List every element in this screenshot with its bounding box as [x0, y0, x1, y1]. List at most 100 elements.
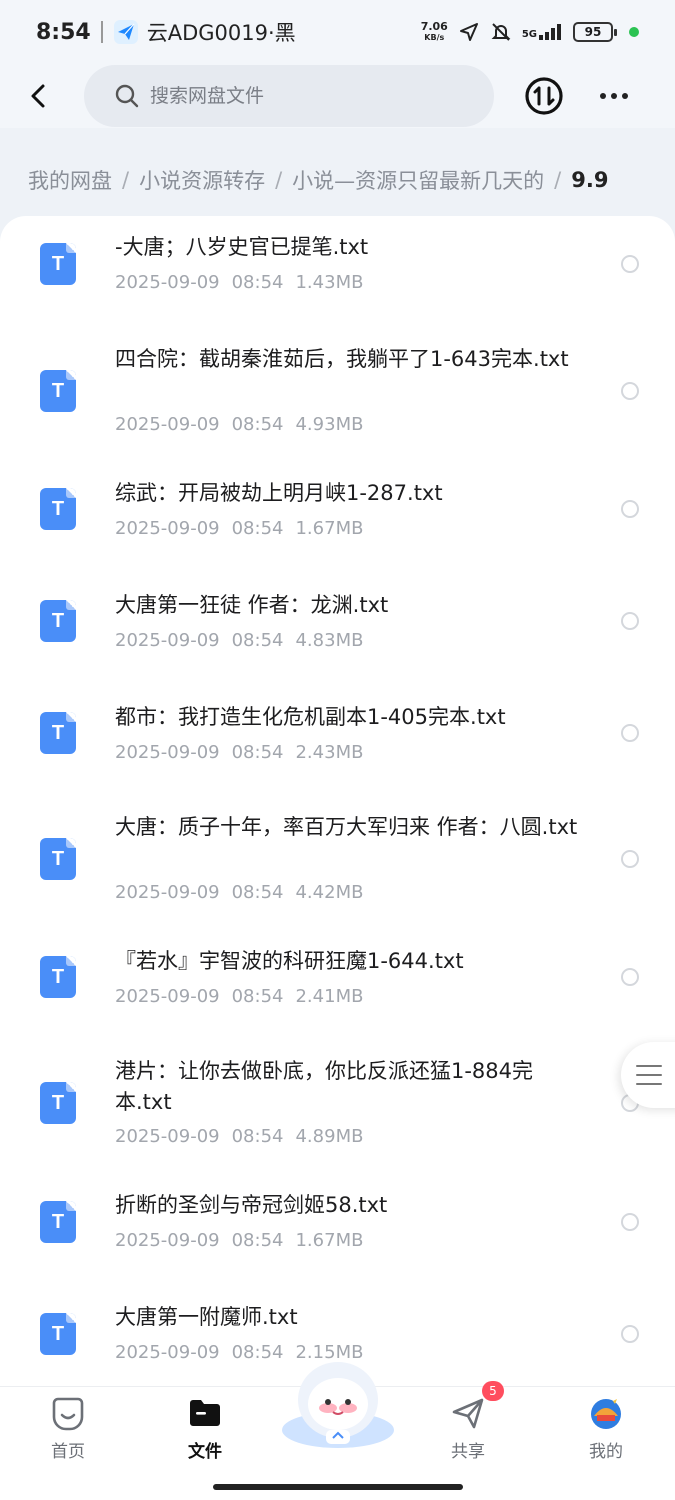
breadcrumb: 我的网盘 / 小说资源转存 / 小说—资源只留最新几天的 / 9.9 [28, 160, 668, 200]
breadcrumb-separator: / [122, 168, 130, 192]
file-name: 综武：开局被劫上明月峡1-287.txt [115, 481, 443, 505]
file-row[interactable]: T -大唐；八岁史官已提笔.txt 2025-09-09 08:54 1.43M… [0, 216, 675, 334]
select-checkbox[interactable] [621, 850, 639, 868]
chevron-left-icon [31, 84, 45, 108]
folder-icon [190, 1400, 220, 1426]
transfer-icon[interactable] [524, 76, 564, 116]
file-meta: 2025-09-09 08:54 4.93MB [115, 414, 363, 435]
text-file-icon: T [40, 1082, 76, 1124]
home-indicator[interactable] [213, 1484, 463, 1490]
text-file-icon: T [40, 1313, 76, 1355]
text-file-icon: T [40, 956, 76, 998]
app-logo-icon [113, 20, 138, 44]
file-time: 08:54 [231, 986, 284, 1007]
file-meta: 2025-09-09 08:54 2.43MB [115, 742, 363, 763]
file-date: 2025-09-09 [115, 742, 220, 763]
file-meta: 2025-09-09 08:54 4.42MB [115, 882, 363, 903]
file-row[interactable]: T 四合院：截胡秦淮茹后，我躺平了1-643完本.txt 2025-09-09 … [0, 334, 675, 462]
search-box[interactable] [84, 65, 494, 127]
file-row[interactable]: T 港片：让你去做卧底，你比反派还猛1-884完本.txt 2025-09-09… [0, 1054, 675, 1184]
file-time: 08:54 [231, 1126, 284, 1147]
file-row[interactable]: T 折断的圣剑与帝冠剑姬58.txt 2025-09-09 08:54 1.67… [0, 1184, 675, 1284]
file-date: 2025-09-09 [115, 1126, 220, 1147]
status-bar: 8:54 云ADG0019·黑 7.06 KB/s 5G 95 [0, 0, 675, 64]
menu-bar [636, 1074, 662, 1076]
search-input[interactable] [150, 85, 450, 107]
file-name: 都市：我打造生化危机副本1-405完本.txt [115, 705, 506, 729]
select-checkbox[interactable] [621, 724, 639, 742]
file-time: 08:54 [231, 882, 284, 903]
menu-bar [636, 1083, 662, 1085]
file-size: 2.41MB [295, 986, 364, 1007]
battery-indicator: 95 [573, 22, 617, 42]
select-checkbox[interactable] [621, 255, 639, 273]
file-time: 08:54 [231, 1342, 284, 1363]
home-icon [52, 1397, 84, 1431]
status-divider [100, 21, 103, 43]
nav-mine-label: 我的 [589, 1442, 623, 1462]
file-row[interactable]: T 都市：我打造生化危机副本1-405完本.txt 2025-09-09 08:… [0, 686, 675, 798]
select-checkbox[interactable] [621, 612, 639, 630]
file-time: 08:54 [231, 518, 284, 539]
nav-share[interactable]: 共享 [418, 1387, 518, 1467]
file-date: 2025-09-09 [115, 518, 220, 539]
file-name: 大唐：质子十年，率百万大军归来 作者：八圆.txt [115, 815, 578, 839]
signal-indicator: 5G [522, 24, 563, 40]
more-dot [600, 93, 606, 99]
signal-bars-icon [539, 24, 561, 40]
file-time: 08:54 [231, 742, 284, 763]
more-dot [611, 93, 617, 99]
nav-mine[interactable]: 我的 [556, 1387, 656, 1467]
file-size: 2.43MB [295, 742, 364, 763]
breadcrumb-item-root[interactable]: 我的网盘 [28, 165, 112, 195]
file-meta: 2025-09-09 08:54 4.89MB [115, 1126, 363, 1147]
select-checkbox[interactable] [621, 1213, 639, 1231]
header [0, 64, 675, 128]
select-checkbox[interactable] [621, 500, 639, 518]
breadcrumb-item-folder[interactable]: 小说资源转存 [139, 165, 265, 195]
status-time: 8:54 [36, 19, 91, 45]
file-row[interactable]: T 大唐：质子十年，率百万大军归来 作者：八圆.txt 2025-09-09 0… [0, 798, 675, 944]
breadcrumb-separator: / [554, 168, 562, 192]
text-file-icon: T [40, 838, 76, 880]
net-speed: 7.06 KB/s [421, 21, 448, 43]
file-size: 4.93MB [295, 414, 364, 435]
file-name: 港片：让你去做卧底，你比反派还猛1-884完本.txt [115, 1059, 534, 1114]
more-dot [622, 93, 628, 99]
breadcrumb-item-subfolder[interactable]: 小说—资源只留最新几天的 [292, 165, 544, 195]
select-checkbox[interactable] [621, 1325, 639, 1343]
file-size: 4.89MB [295, 1126, 364, 1147]
file-size: 1.67MB [295, 1230, 364, 1251]
menu-bar [636, 1065, 662, 1067]
nav-files[interactable]: 文件 [155, 1387, 255, 1467]
search-icon [115, 84, 139, 108]
avatar-icon [591, 1397, 621, 1429]
file-row[interactable]: T 大唐第一狂徒 作者：龙渊.txt 2025-09-09 08:54 4.83… [0, 574, 675, 686]
more-button[interactable] [594, 76, 634, 116]
text-file-icon: T [40, 1201, 76, 1243]
file-time: 08:54 [231, 414, 284, 435]
mascot-icon[interactable] [278, 1352, 398, 1452]
file-row[interactable]: T 『若水』宇智波的科研狂魔1-644.txt 2025-09-09 08:54… [0, 944, 675, 1054]
file-time: 08:54 [231, 630, 284, 651]
file-row[interactable]: T 综武：开局被劫上明月峡1-287.txt 2025-09-09 08:54 … [0, 462, 675, 574]
breadcrumb-separator: / [275, 168, 283, 192]
file-meta: 2025-09-09 08:54 2.41MB [115, 986, 363, 1007]
text-file-icon: T [40, 712, 76, 754]
file-size: 4.83MB [295, 630, 364, 651]
select-checkbox[interactable] [621, 382, 639, 400]
file-name: 大唐第一附魔师.txt [115, 1305, 298, 1329]
text-file-icon: T [40, 488, 76, 530]
file-size: 1.67MB [295, 518, 364, 539]
back-button[interactable] [14, 71, 64, 121]
location-icon [459, 23, 478, 41]
nav-files-label: 文件 [188, 1442, 222, 1462]
nav-home[interactable]: 首页 [18, 1387, 118, 1467]
privacy-dot [629, 27, 639, 37]
select-checkbox[interactable] [621, 968, 639, 986]
file-date: 2025-09-09 [115, 272, 220, 293]
breadcrumb-current: 9.9 [571, 168, 609, 192]
file-meta: 2025-09-09 08:54 1.43MB [115, 272, 363, 293]
file-date: 2025-09-09 [115, 882, 220, 903]
file-name: 折断的圣剑与帝冠剑姬58.txt [115, 1193, 388, 1217]
